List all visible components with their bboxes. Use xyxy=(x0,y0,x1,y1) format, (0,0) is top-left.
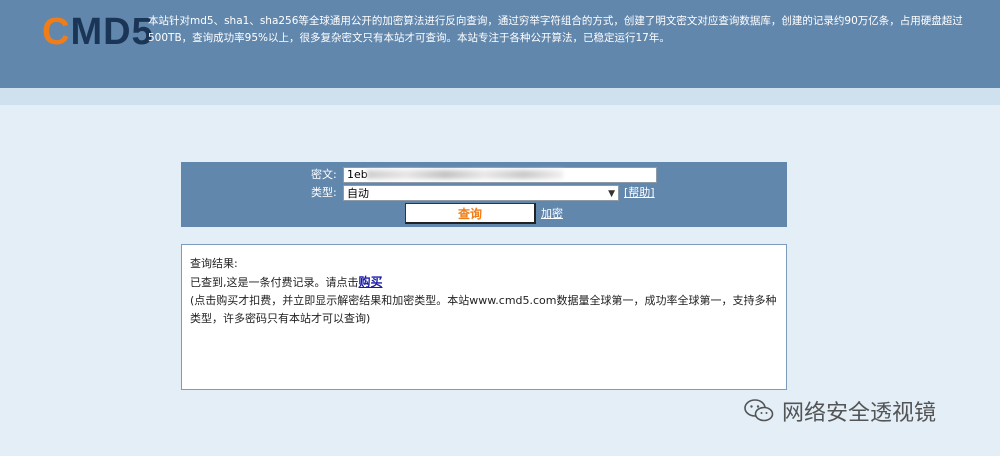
type-select-value: 自动 xyxy=(347,187,369,200)
redacted-cipher-mask xyxy=(367,170,563,179)
buy-link[interactable]: 购买 xyxy=(359,275,383,289)
help-link-text[interactable]: [帮助] xyxy=(624,186,655,199)
help-link[interactable]: [帮助] xyxy=(624,186,655,200)
cipher-label: 密文: xyxy=(311,168,337,181)
result-paid-notice: 已查到,这是一条付费记录。请点击 xyxy=(190,276,359,289)
type-select[interactable]: 自动 ▼ xyxy=(343,185,619,201)
header-divider-strip xyxy=(0,88,1000,105)
type-label: 类型: xyxy=(311,186,337,199)
chevron-down-icon: ▼ xyxy=(608,189,615,199)
watermark: 网络安全透视镜 xyxy=(744,393,936,429)
logo-letter-c: C xyxy=(42,11,71,53)
result-description: (点击购买才扣费，并立即显示解密结果和加密类型。本站www.cmd5.com数据… xyxy=(190,294,777,325)
query-button[interactable]: 查询 xyxy=(405,203,536,224)
site-logo[interactable]: CMD5 xyxy=(42,10,154,54)
watermark-text: 网络安全透视镜 xyxy=(782,401,937,426)
query-form-panel: 密文: 1eb 类型: 自动 ▼ [帮助] 查询 加密 xyxy=(181,162,787,227)
query-result-panel: 查询结果: 已查到,这是一条付费记录。请点击购买 (点击购买才扣费，并立即显示解… xyxy=(181,244,787,390)
logo-letters-md5: MD5 xyxy=(70,11,154,53)
result-line-1: 已查到,这是一条付费记录。请点击购买 xyxy=(190,273,778,292)
wechat-icon xyxy=(744,399,774,422)
encrypt-link[interactable]: 加密 xyxy=(541,207,563,221)
cipher-input-value: 1eb xyxy=(347,168,368,181)
site-intro-text: 本站针对md5、sha1、sha256等全球通用公开的加密算法进行反向查询，通过… xyxy=(148,15,963,44)
result-title: 查询结果: xyxy=(190,257,238,270)
site-header: CMD5 本站针对md5、sha1、sha256等全球通用公开的加密算法进行反向… xyxy=(0,0,1000,88)
